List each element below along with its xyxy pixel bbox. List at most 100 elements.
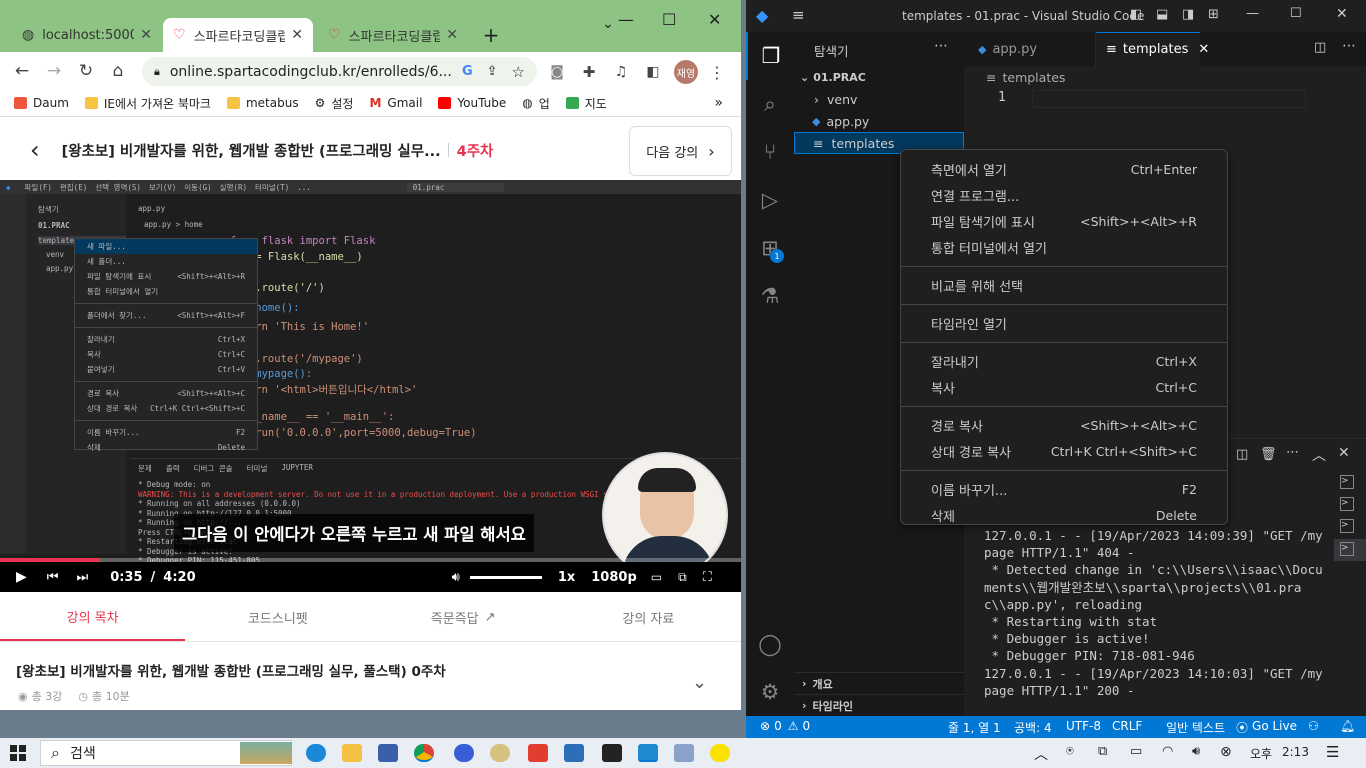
app-dark-icon[interactable] xyxy=(602,744,622,762)
tray-status-icon[interactable]: ⊗ xyxy=(1220,744,1232,760)
line-ending[interactable]: CRLF xyxy=(1112,719,1142,733)
volume-slider[interactable] xyxy=(469,575,542,579)
kakaotalk-icon[interactable] xyxy=(710,744,730,762)
notification-icon[interactable]: ☰ xyxy=(1326,743,1339,761)
back-chevron-icon[interactable]: ‹ xyxy=(30,136,40,164)
chrome-taskbar-icon[interactable] xyxy=(414,744,434,762)
maximize-icon[interactable]: ☐ xyxy=(1290,6,1302,21)
browser-tab-2[interactable]: ♡ 스파르타코딩클럽 ✕ xyxy=(163,18,313,52)
clock[interactable]: 2:13 xyxy=(1282,745,1309,759)
back-icon[interactable]: ← xyxy=(6,55,38,87)
forward-icon[interactable]: → xyxy=(38,55,70,87)
context-menu-item[interactable]: 비교를 위해 선택 xyxy=(901,272,1227,298)
terminal-instance-icon[interactable]: > xyxy=(1340,497,1354,511)
tray-app-icon[interactable]: ⍟ xyxy=(1066,744,1074,759)
close-icon[interactable]: ✕ xyxy=(291,27,303,43)
tab-materials[interactable]: 강의 자료 xyxy=(556,594,741,641)
bookmark-settings[interactable]: ⚙ 설정 xyxy=(315,95,354,112)
bookmark-ie[interactable]: IE에서 가져온 북마크 xyxy=(84,95,211,112)
bookmark-gmail[interactable]: M Gmail xyxy=(369,96,422,110)
address-bar[interactable]: 🔒︎ online.spartacodingclub.kr/enrolleds/… xyxy=(142,57,537,86)
timeline-section[interactable]: › 타임라인 xyxy=(794,694,964,716)
tab-snippets[interactable]: 코드스니펫 xyxy=(185,594,370,641)
more-actions-icon[interactable]: ⋯ xyxy=(1286,445,1299,460)
tab-search-icon[interactable]: ⌄ xyxy=(596,12,620,36)
tray-display-icon[interactable]: ▭ xyxy=(1130,744,1142,759)
extensions-icon[interactable]: ⊞ xyxy=(746,224,794,272)
terminal-instance-icon[interactable]: > xyxy=(1340,542,1354,556)
home-icon[interactable]: ⌂ xyxy=(102,55,134,87)
problems-indicator[interactable]: ⊗ 0 ⚠ 0 xyxy=(760,719,810,733)
captions-icon[interactable]: ▭ xyxy=(651,570,662,584)
hamburger-menu-icon[interactable]: ≡ xyxy=(792,6,805,24)
account-icon[interactable]: ◯ xyxy=(746,620,794,668)
maximize-icon[interactable]: ☐ xyxy=(662,10,676,29)
wifi-icon[interactable]: ◠ xyxy=(1162,744,1173,759)
volume-icon[interactable]: 🔊︎ xyxy=(452,570,460,585)
tab-toc[interactable]: 강의 목차 xyxy=(0,594,186,641)
app-icon[interactable] xyxy=(490,744,510,762)
browser-tab-3[interactable]: ♡ 스파르타코딩클럽 ✕ xyxy=(318,18,468,52)
bookmark-metabus[interactable]: metabus xyxy=(226,96,299,110)
toggle-sidebar-icon[interactable]: ◧ xyxy=(1130,7,1142,22)
edge-icon[interactable] xyxy=(306,744,326,762)
zoom-icon[interactable] xyxy=(454,744,474,762)
current-line[interactable] xyxy=(1032,90,1306,108)
editor-tab-app-py[interactable]: ◆ app.py xyxy=(964,32,1096,66)
context-menu-item[interactable]: 파일 탐색기에 표시 <Shift>+<Alt>+R xyxy=(901,208,1227,234)
more-actions-icon[interactable]: ⋯ xyxy=(934,38,948,54)
more-bookmarks-icon[interactable]: » xyxy=(714,95,723,111)
encoding[interactable]: UTF-8 xyxy=(1066,719,1101,733)
toggle-panel-icon[interactable]: ⬓ xyxy=(1156,7,1168,22)
close-icon[interactable]: ✕ xyxy=(1338,445,1350,461)
terminal-instance-icon[interactable]: > xyxy=(1340,519,1354,533)
context-menu-item[interactable]: 통합 터미널에서 열기 xyxy=(901,234,1227,260)
section-title[interactable]: [왕초보] 비개발자를 위한, 웹개발 종합반 (프로그래밍 실무, 풀스택) … xyxy=(16,660,446,680)
context-menu-item[interactable]: 잘라내기 Ctrl+X xyxy=(901,348,1227,374)
close-icon[interactable]: ✕ xyxy=(140,27,152,43)
editor-tab-templates[interactable]: ≡ templates ✕ xyxy=(1096,32,1209,66)
language-mode[interactable]: 일반 텍스트 xyxy=(1166,719,1225,736)
context-menu-item[interactable]: 연결 프로그램... xyxy=(901,182,1227,208)
minimize-icon[interactable]: — xyxy=(618,10,634,29)
context-menu-item[interactable]: 타임라인 열기 xyxy=(901,310,1227,336)
bookmark-map[interactable]: 지도 xyxy=(565,95,607,112)
split-editor-icon[interactable]: ◫ xyxy=(1314,40,1326,55)
close-icon[interactable]: ✕ xyxy=(1198,42,1209,57)
pip-icon[interactable]: ⧉ xyxy=(678,570,687,585)
context-menu-item[interactable]: 상대 경로 복사 Ctrl+K Ctrl+<Shift>+C xyxy=(901,438,1227,464)
app-red-icon[interactable] xyxy=(528,744,548,762)
star-icon[interactable]: ☆ xyxy=(512,63,525,81)
layout-icon[interactable]: ⊞ xyxy=(1208,7,1219,22)
context-menu-item[interactable]: 복사 Ctrl+C xyxy=(901,374,1227,400)
vscode-taskbar-icon[interactable] xyxy=(638,744,658,762)
context-menu-item[interactable]: 삭제 Delete xyxy=(901,502,1227,528)
sidepanel-icon[interactable]: ◧ xyxy=(642,61,664,83)
context-menu-item[interactable]: 이름 바꾸기... F2 xyxy=(901,476,1227,502)
minimize-icon[interactable]: — xyxy=(1246,6,1259,21)
play-icon[interactable]: ▶ xyxy=(16,569,27,585)
ime-indicator[interactable]: 오후 xyxy=(1250,745,1272,762)
indentation[interactable]: 공백: 4 xyxy=(1014,719,1052,736)
close-window-icon[interactable]: ✕ xyxy=(708,10,721,29)
volume-icon[interactable]: 🔊︎ xyxy=(1192,744,1200,759)
split-terminal-icon[interactable]: ◫ xyxy=(1236,447,1248,462)
bookmark-up[interactable]: ◍ 업 xyxy=(522,95,550,112)
forward-skip-icon[interactable]: ⏭ xyxy=(76,570,88,585)
windows-start-icon[interactable] xyxy=(10,745,26,761)
bookmark-youtube[interactable]: YouTube xyxy=(438,96,506,110)
fullscreen-icon[interactable]: ⛶ xyxy=(703,570,712,585)
go-live-button[interactable]: ⦿ Go Live xyxy=(1236,719,1297,736)
toggle-secondary-icon[interactable]: ◨ xyxy=(1182,7,1194,22)
tree-item-app-py[interactable]: ◆ app.py xyxy=(794,110,964,132)
close-window-icon[interactable]: ✕ xyxy=(1336,6,1348,22)
quality-button[interactable]: 1080p xyxy=(591,570,637,585)
context-menu-item[interactable]: 측면에서 열기 Ctrl+Enter xyxy=(901,156,1227,182)
trash-icon[interactable]: 🗑︎ xyxy=(1260,447,1277,462)
chevron-up-icon[interactable]: ︿ xyxy=(1312,445,1326,465)
camera-icon[interactable]: ◙ xyxy=(546,61,568,83)
explorer-icon[interactable]: ❐ xyxy=(746,32,794,80)
chevron-up-icon[interactable]: ︿ xyxy=(1034,744,1048,764)
testing-icon[interactable]: ⚗ xyxy=(746,272,794,320)
browser-tab-1[interactable]: ◍ localhost:5000/m ✕ xyxy=(12,18,162,52)
